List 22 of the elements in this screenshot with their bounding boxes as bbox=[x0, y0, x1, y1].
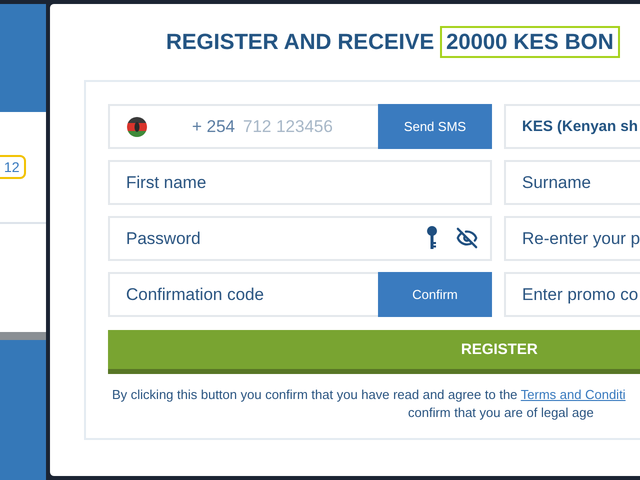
register-button[interactable]: REGISTER bbox=[108, 330, 640, 374]
terms-text: By clicking this button you confirm that you have read and agree to the Terms and Conditi bbox=[112, 387, 627, 402]
count-badge: 12 bbox=[0, 155, 26, 179]
confirm-button[interactable]: Confirm bbox=[378, 272, 492, 317]
currency-select[interactable]: KES (Kenyan sh bbox=[504, 104, 640, 149]
terms-link[interactable]: Terms and Conditi bbox=[520, 387, 626, 402]
password-field[interactable]: Password bbox=[108, 216, 492, 261]
bonus-highlight: 20000 KES BON bbox=[440, 26, 620, 58]
country-code: + 254 bbox=[192, 116, 236, 136]
dialog-title: REGISTER AND RECEIVE bbox=[166, 29, 434, 55]
send-sms-button[interactable]: Send SMS bbox=[378, 104, 492, 149]
phone-field[interactable]: + 254 712 123456 Send SMS bbox=[108, 104, 492, 149]
footer-border bbox=[0, 332, 46, 340]
kenya-flag-icon[interactable] bbox=[126, 116, 148, 138]
terms-text: confirm that you are of legal age bbox=[407, 405, 595, 420]
key-icon bbox=[426, 226, 438, 250]
input-field[interactable]: Re-enter your p bbox=[504, 216, 640, 261]
hide-password-icon[interactable] bbox=[456, 227, 478, 249]
confirmation-code-field[interactable]: Confirmation code Confirm bbox=[108, 272, 492, 317]
input-field[interactable]: Enter promo co bbox=[504, 272, 640, 317]
input-field[interactable]: Surname bbox=[504, 160, 640, 205]
input-field[interactable]: First name bbox=[108, 160, 492, 205]
